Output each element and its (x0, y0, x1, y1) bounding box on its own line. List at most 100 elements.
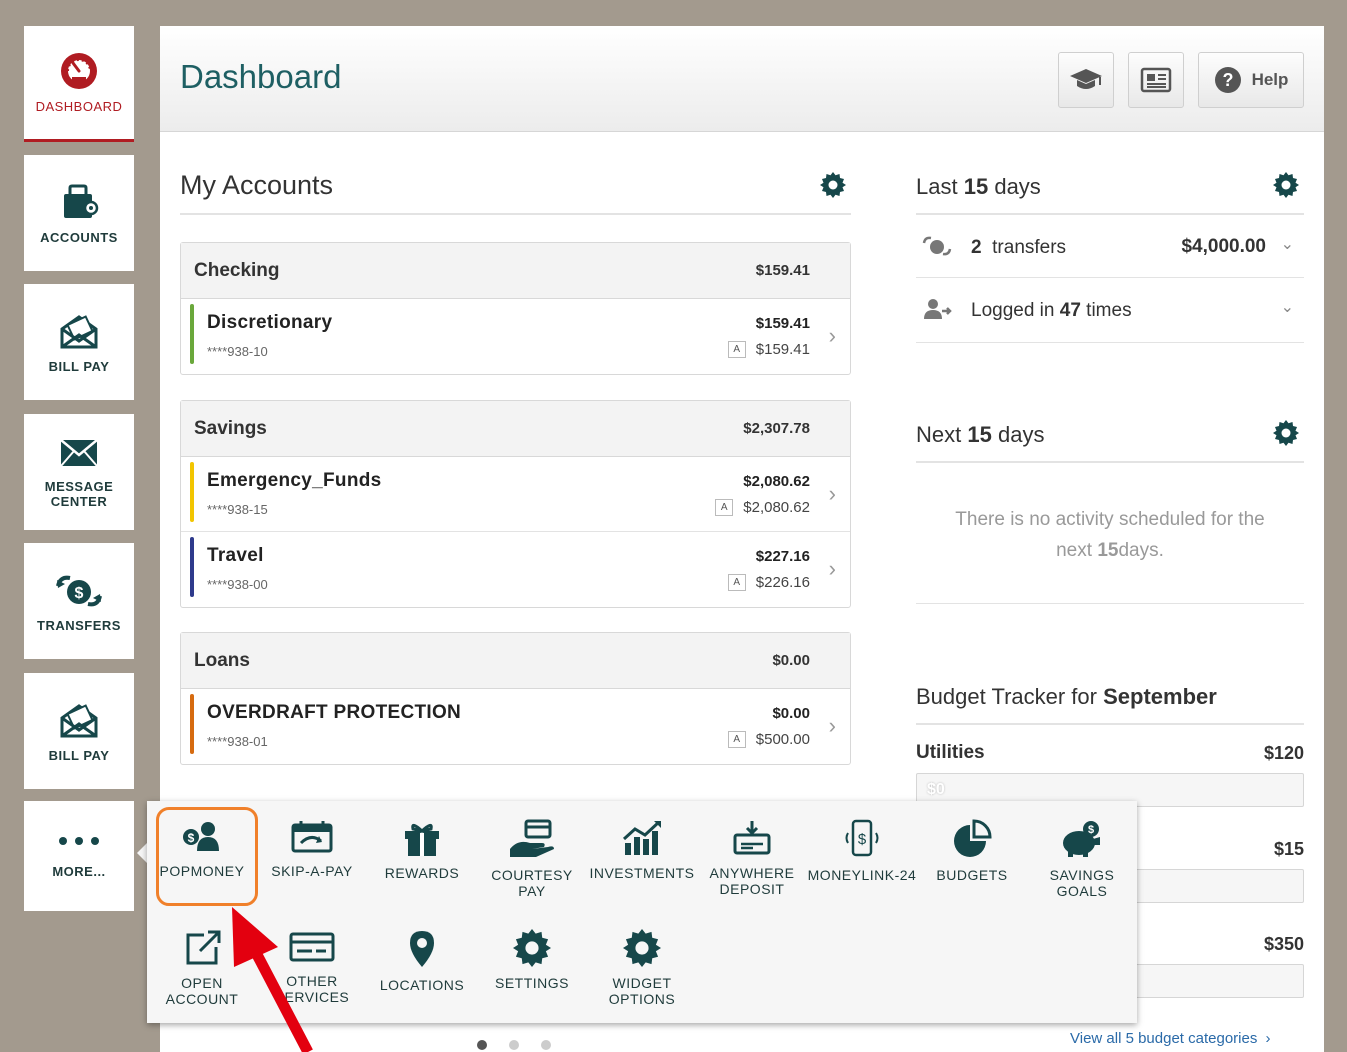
account-name: Emergency_Funds (207, 470, 382, 491)
sidebar-item-dashboard[interactable]: DASHBOARD (24, 26, 134, 142)
available-amount: $159.41 (755, 341, 810, 358)
card-hand-icon (510, 819, 554, 857)
account-row[interactable]: Emergency_Funds ****938-15 $2,080.62 A $… (181, 457, 850, 532)
page-title: Dashboard (180, 58, 342, 95)
accounts-settings-gear-icon[interactable] (820, 172, 846, 198)
envelope-bill-icon (60, 703, 98, 737)
account-number: ****938-15 (207, 502, 268, 517)
sidebar-item-bill-pay-2[interactable]: BILL PAY (24, 673, 134, 789)
sidebar-item-more[interactable]: MORE... (24, 801, 134, 911)
sidebar-item-bill-pay[interactable]: BILL PAY (24, 284, 134, 400)
more-item-settings[interactable]: SETTINGS (477, 929, 587, 991)
carousel-dot[interactable] (477, 1040, 487, 1050)
more-item-investments[interactable]: INVESTMENTS (587, 819, 697, 881)
group-name: Savings (194, 418, 267, 439)
news-button[interactable] (1128, 52, 1184, 108)
empty-post: days. (1118, 540, 1164, 561)
more-item-anywhere-deposit[interactable]: ANYWHERE DEPOSIT (697, 819, 807, 897)
more-item-savings-goals[interactable]: $ SAVINGS GOALS (1027, 819, 1137, 899)
account-number: ****938-00 (207, 577, 268, 592)
more-item-rewards[interactable]: REWARDS (367, 819, 477, 881)
group-name: Checking (194, 260, 280, 281)
transfers-summary-row[interactable]: 2 transfers $4,000.00 ⌄ (916, 216, 1304, 278)
sidebar-item-label: MESSAGE CENTER (44, 479, 114, 509)
empty-line: There is no activity scheduled for the (955, 509, 1265, 530)
budget-category-amount: $120 (1263, 743, 1304, 763)
more-item-moneylink-24[interactable]: $ MONEYLINK-24 (807, 819, 917, 883)
available-amount: $226.16 (755, 574, 810, 591)
account-available: A $159.41 (727, 341, 810, 358)
empty-num: 15 (1097, 540, 1119, 561)
account-color-bar (190, 462, 194, 522)
logins-text: Logged in 47 times (971, 300, 1132, 322)
more-item-budgets[interactable]: BUDGETS (917, 819, 1027, 883)
account-row[interactable]: Discretionary ****938-10 $159.41 A $159.… (181, 299, 850, 374)
more-item-skip-a-pay[interactable]: SKIP-A-PAY (257, 819, 367, 879)
sidebar-item-label: DASHBOARD (35, 99, 123, 114)
carousel-dot[interactable] (509, 1040, 519, 1050)
account-color-bar (190, 304, 194, 364)
logins-summary-row[interactable]: Logged in 47 times ⌄ (916, 279, 1304, 343)
group-header[interactable]: Savings $2,307.78 (181, 401, 850, 457)
last-15-settings-gear-icon[interactable] (1273, 172, 1299, 198)
title-text: days (994, 174, 1041, 199)
phone-dollar-icon: $ (845, 819, 879, 857)
login-count: 47 (1059, 300, 1081, 321)
deposit-icon (733, 821, 771, 855)
account-balance: $159.41 (755, 315, 810, 332)
learning-button[interactable] (1058, 52, 1114, 108)
graduation-cap-icon (1070, 69, 1102, 89)
svg-text:$: $ (1088, 824, 1094, 836)
page-header: Dashboard ? Help (160, 26, 1324, 132)
transfer-icon (922, 236, 952, 256)
more-item-locations[interactable]: LOCATIONS (367, 929, 477, 993)
account-row[interactable]: Travel ****938-00 $227.16 A $226.16 › (181, 532, 850, 607)
title-text: Next (916, 422, 962, 447)
help-button[interactable]: ? Help (1198, 52, 1304, 108)
divider (916, 603, 1304, 604)
empty-pre: next (1056, 540, 1093, 561)
more-item-label: COURTESY PAY (491, 867, 573, 899)
sidebar-item-accounts[interactable]: ACCOUNTS (24, 155, 134, 271)
chevron-down-icon: ⌄ (1280, 236, 1294, 253)
more-item-label: MONEYLINK-24 (807, 867, 917, 883)
more-item-courtesy-pay[interactable]: COURTESY PAY (477, 819, 587, 899)
group-header[interactable]: Loans $0.00 (181, 633, 850, 689)
more-item-label: SAVINGS GOALS (1049, 867, 1115, 899)
budget-month: September (1103, 684, 1217, 709)
transfers-label: transfers (992, 237, 1067, 258)
chevron-right-icon: › (828, 323, 836, 348)
view-all-budget-link[interactable]: View all 5 budget categories › (1070, 1030, 1271, 1047)
chevron-right-icon: › (828, 481, 836, 506)
divider (916, 723, 1304, 725)
speedometer-icon (61, 53, 97, 89)
sidebar-item-label: MORE... (52, 863, 106, 879)
account-row[interactable]: OVERDRAFT PROTECTION ****938-01 $0.00 A … (181, 689, 850, 764)
next-15-days-title: Next 15 days (916, 422, 1044, 448)
available-tag: A (727, 341, 746, 358)
more-item-label: SETTINGS (494, 975, 569, 991)
sidebar-item-transfers[interactable]: $ TRANSFERS (24, 543, 134, 659)
popmoney-highlight-annotation (156, 807, 258, 906)
next-15-settings-gear-icon[interactable] (1273, 420, 1299, 446)
account-color-bar (190, 537, 194, 597)
divider (916, 213, 1304, 215)
chevron-right-icon: › (828, 556, 836, 581)
more-item-widget-options[interactable]: WIDGET OPTIONS (587, 929, 697, 1007)
account-name: Travel (207, 545, 264, 566)
wallet-icon (64, 184, 99, 218)
budget-category-amount: $15 (1273, 839, 1304, 859)
group-header[interactable]: Checking $159.41 (181, 243, 850, 299)
svg-text:?: ? (1222, 70, 1233, 90)
user-login-icon (924, 299, 952, 319)
pie-chart-icon (954, 819, 992, 857)
carousel-dot[interactable] (541, 1040, 551, 1050)
sidebar-item-message-center[interactable]: MESSAGE CENTER (24, 414, 134, 530)
group-total: $2,307.78 (743, 420, 810, 437)
transfers-text: 2 transfers (971, 237, 1066, 259)
transfers-amount: $4,000.00 (1181, 236, 1266, 257)
more-item-label: WIDGET OPTIONS (608, 975, 676, 1007)
account-name: OVERDRAFT PROTECTION (207, 702, 462, 723)
title-text: days (997, 422, 1045, 447)
account-balance: $227.16 (755, 548, 810, 565)
